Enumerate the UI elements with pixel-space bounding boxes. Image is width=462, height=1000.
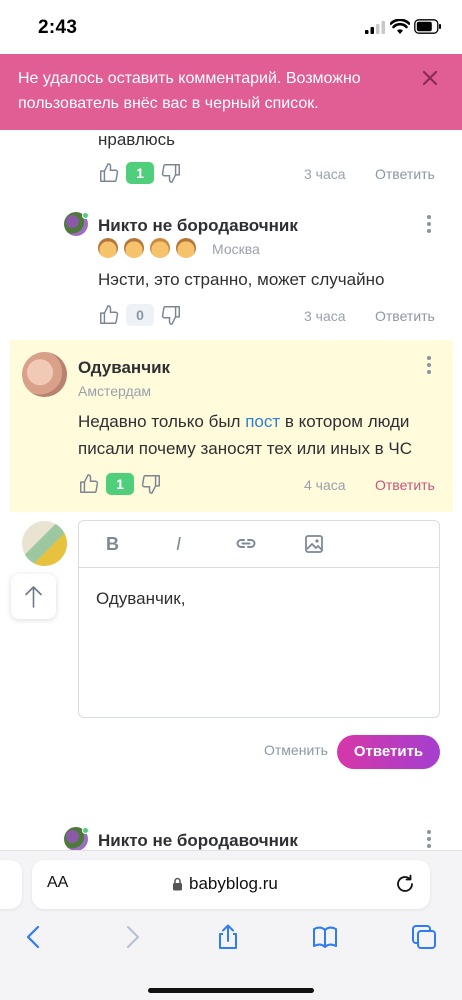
reload-icon[interactable] — [394, 873, 416, 895]
comment-actions: 1 — [78, 471, 162, 497]
link-icon[interactable] — [235, 534, 257, 554]
error-message: Не удалось оставить комментарий. Возможн… — [18, 70, 361, 112]
badge-girl-icon — [98, 238, 118, 258]
home-indicator — [148, 988, 314, 993]
battery-icon — [414, 19, 441, 34]
comment-city: Москва — [212, 241, 260, 257]
tabs-icon[interactable] — [410, 923, 438, 951]
comment-actions: 1 — [98, 160, 182, 186]
like-count: 1 — [106, 473, 134, 495]
online-indicator — [82, 827, 89, 834]
italic-button[interactable]: I — [176, 534, 181, 555]
status-time: 2:43 — [38, 17, 78, 38]
thumbs-down-icon[interactable] — [160, 162, 182, 184]
comment-text: Недавно только был пост в котором люди п… — [78, 408, 453, 462]
more-options-icon[interactable] — [426, 215, 432, 235]
cancel-button[interactable]: Отменить — [264, 742, 328, 758]
reader-options-button[interactable]: AA — [47, 874, 68, 892]
thumbs-up-icon[interactable] — [98, 162, 120, 184]
forward-icon[interactable] — [118, 923, 146, 951]
url-display[interactable]: babyblog.ru — [172, 874, 278, 894]
user-badges — [98, 238, 196, 258]
like-count: 0 — [126, 304, 154, 326]
like-count: 1 — [126, 162, 154, 184]
comment-time: 4 часа — [304, 477, 346, 493]
browser-toolbar: AA babyblog.ru — [0, 850, 462, 1000]
bold-button[interactable]: B — [106, 534, 119, 555]
reply-editor[interactable]: B I Одуванчик, — [78, 520, 440, 718]
status-bar: 2:43 — [0, 0, 462, 54]
comment-author[interactable]: Никто не бородавочник — [98, 831, 298, 851]
comment-actions: 0 — [98, 302, 182, 328]
reply-link[interactable]: Ответить — [375, 166, 435, 182]
badge-girl-icon — [124, 238, 144, 258]
online-indicator — [82, 212, 89, 219]
comment-author[interactable]: Никто не бородавочник — [98, 216, 298, 236]
comment-text-fragment: нравлюсь — [98, 130, 175, 149]
reply-link[interactable]: Ответить — [375, 308, 435, 324]
comment-text: Нэсти, это странно, может случайно — [98, 270, 385, 289]
reply-link[interactable]: Ответить — [375, 477, 435, 493]
comment-author[interactable]: Одуванчик — [78, 358, 170, 378]
more-options-icon[interactable] — [426, 356, 432, 376]
lock-icon — [173, 877, 182, 891]
avatar[interactable] — [22, 352, 67, 397]
badge-boy-icon — [150, 238, 170, 258]
thumbs-down-icon[interactable] — [160, 304, 182, 326]
thumbs-up-icon[interactable] — [78, 473, 100, 495]
current-user-avatar — [22, 521, 67, 566]
signal-icon — [365, 21, 385, 34]
editor-input[interactable]: Одуванчик, — [79, 568, 439, 630]
comment-text-part: Недавно только был — [78, 412, 246, 431]
bookmarks-icon[interactable] — [311, 923, 339, 951]
comment-time: 3 часа — [304, 308, 346, 324]
wifi-icon — [390, 19, 410, 34]
thumbs-down-icon[interactable] — [140, 473, 162, 495]
close-icon[interactable] — [418, 66, 442, 90]
image-icon[interactable] — [304, 534, 324, 554]
comment-city: Амстердам — [78, 383, 152, 399]
url-text: babyblog.ru — [189, 874, 278, 893]
share-icon[interactable] — [214, 923, 242, 951]
address-bar[interactable]: AA babyblog.ru — [32, 860, 430, 909]
previous-tab-peek[interactable] — [0, 860, 22, 909]
post-link[interactable]: пост — [245, 412, 280, 431]
more-options-icon[interactable] — [426, 830, 432, 850]
error-banner: Не удалось оставить комментарий. Возможн… — [0, 54, 462, 130]
badge-girl-icon — [176, 238, 196, 258]
editor-toolbar: B I — [79, 521, 439, 568]
comment-time: 3 часа — [304, 166, 346, 182]
scroll-to-top-button[interactable] — [11, 574, 56, 619]
submit-reply-button[interactable]: Ответить — [337, 735, 440, 769]
back-icon[interactable] — [20, 923, 48, 951]
arrow-up-icon — [25, 586, 42, 608]
thumbs-up-icon[interactable] — [98, 304, 120, 326]
aa-label: AA — [47, 874, 69, 891]
